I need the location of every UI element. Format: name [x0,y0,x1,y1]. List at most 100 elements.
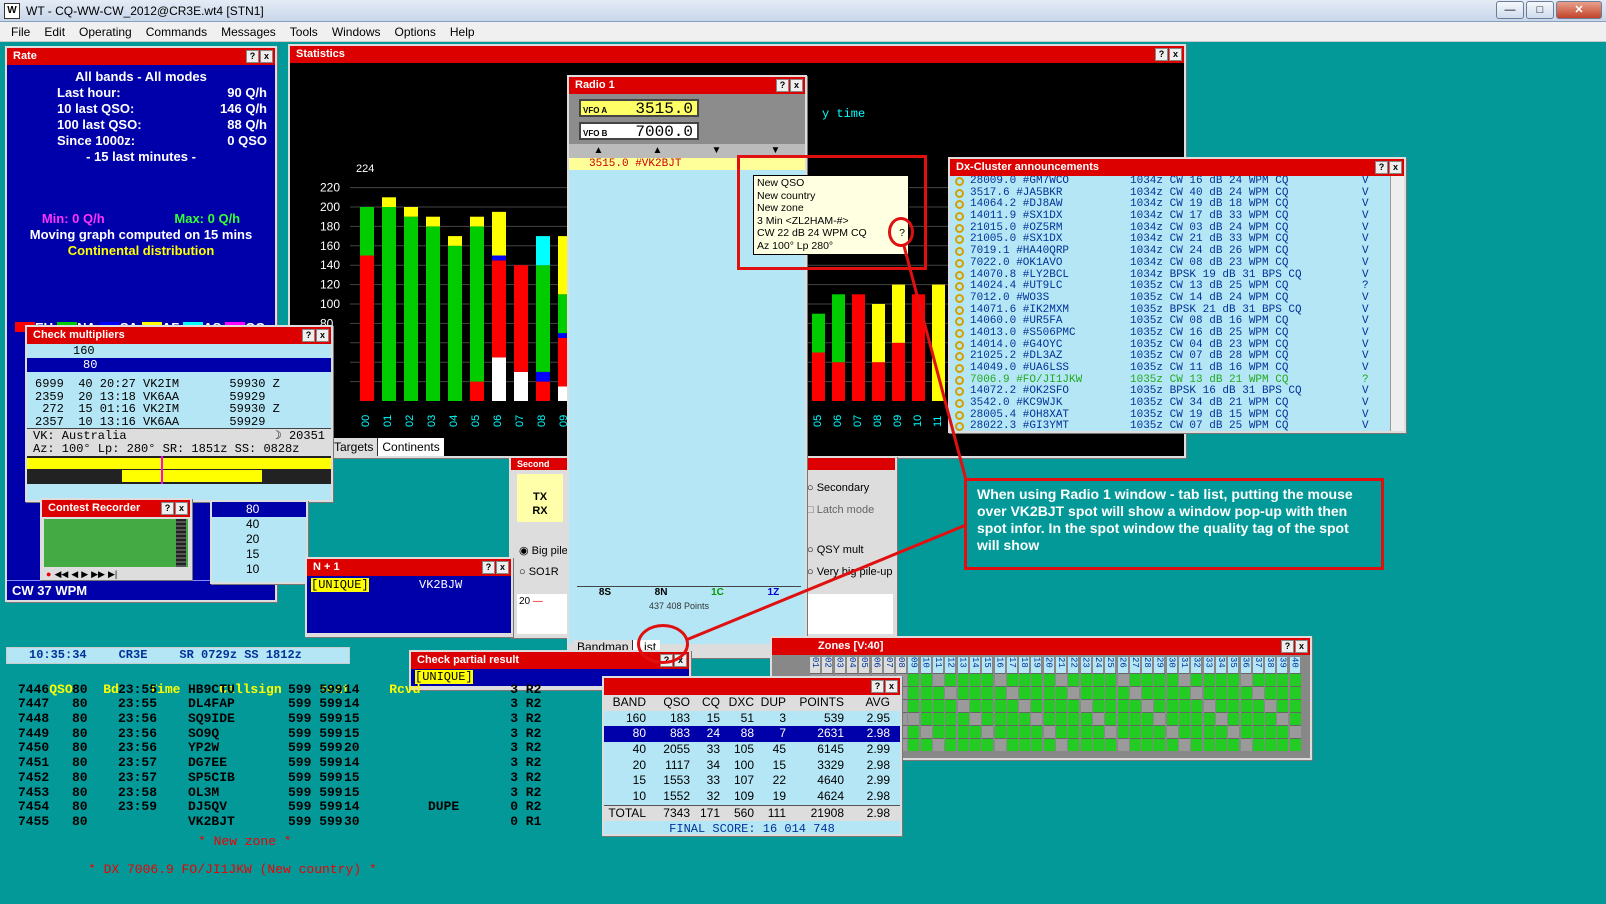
tab-targets[interactable]: Targets [330,438,379,456]
log-cell: YP2W [188,740,220,756]
dx-scrollbar[interactable] [1390,176,1404,431]
log-row[interactable]: 7446 80 23:55 HB9CTU 599 59914 3 R2 [18,681,578,698]
menu-file[interactable]: File [4,25,37,39]
menu-operating[interactable]: Operating [72,25,139,39]
statistics-header[interactable]: Statistics ? x [290,46,1184,63]
band-list-item[interactable]: 10 [212,562,306,577]
band-list-item-selected[interactable]: 80 [212,502,306,517]
summary-cell: 88 [740,726,754,741]
down-icon[interactable]: ▼ [712,144,722,158]
latch-mode-option[interactable]: □ Latch mode [807,504,874,516]
help-icon[interactable]: ? [1155,48,1168,61]
menu-help[interactable]: Help [443,25,482,39]
log-row[interactable]: 7454 80 23:59 DJ5QV 599 59914 DUPE 0 R2 [18,799,578,815]
help-icon[interactable]: ? [776,79,789,92]
log-row[interactable]: 7455 80 VK2BJT 599 59930 0 R1 [18,814,578,830]
rate-window-header[interactable]: Rate ? x [7,48,275,65]
close-icon[interactable]: x [316,329,329,342]
vfo-a-display[interactable]: VFO A 3515.0 [579,99,699,118]
menu-edit[interactable]: Edit [37,25,72,39]
band-row-selected[interactable]: 80 [27,358,331,372]
close-icon[interactable]: x [1295,640,1308,653]
menu-messages[interactable]: Messages [214,25,283,39]
rewind-icon[interactable]: ◀◀ [54,569,68,580]
zone-column: 27 [1129,657,1141,751]
band-list-item[interactable]: 15 [212,547,306,562]
log-row[interactable]: 7447 80 23:55 DL4FAP 599 59914 3 R2 [18,697,578,712]
log-row[interactable]: 7452 80 23:57 SP5CIB 599 59915 3 R2 [18,770,578,786]
log-row[interactable]: 7448 80 23:56 SQ9IDE 599 59915 3 R2 [18,711,578,727]
close-icon[interactable]: x [790,79,803,92]
log-cell: 14 [344,681,360,697]
play-icon[interactable]: ▶ [81,569,88,580]
dx-cluster-header[interactable]: Dx-Cluster announcements ? x [950,159,1404,176]
dx-spot-row[interactable]: 28022.3 #GI3YMT 1035z CW 07 dB 25 WPM CQ V [950,421,1404,431]
help-icon[interactable]: ? [246,50,259,63]
freq-value: 20 [519,596,531,607]
help-icon[interactable]: ? [482,561,495,574]
zone-empty-cell [957,699,969,712]
very-big-pileup-option[interactable]: ○ Very big pile-up [807,566,893,578]
n-plus-1-callsign[interactable]: VK2BJW [419,578,462,592]
up-icon[interactable]: ▲ [653,144,663,158]
n-plus-1-header[interactable]: N + 1 ? x [307,559,511,576]
prev-icon[interactable]: ◀ [71,569,78,580]
menu-commands[interactable]: Commands [139,25,214,39]
menu-windows[interactable]: Windows [325,25,388,39]
log-row[interactable]: 7450 80 23:56 YP2W 599 59920 3 R2 [18,741,578,756]
close-button[interactable]: ✕ [1556,1,1602,19]
help-icon[interactable]: ? [302,329,315,342]
radio-1-header[interactable]: Radio 1 ? x [569,77,805,94]
secondary-option[interactable]: ○ Secondary [807,482,869,494]
band-row[interactable]: 160 [27,344,331,358]
big-pile-option[interactable]: ◉ Big pile [519,544,568,557]
close-icon[interactable]: x [260,50,273,63]
close-icon[interactable]: x [885,680,898,693]
summary-header[interactable]: ? x [604,678,900,695]
menu-options[interactable]: Options [388,25,443,39]
log-row[interactable]: 7449 80 23:56 SO9Q 599 59915 3 R2 [18,725,578,742]
minimize-button[interactable]: — [1496,1,1524,19]
zone-empty-cell [1056,673,1067,686]
dx-spot-row[interactable]: 14049.0 #UA6LSS 1035z CW 11 dB 16 WPM CQ V [950,362,1404,375]
maximize-button[interactable]: □ [1526,1,1554,19]
log-row[interactable]: 7451 80 23:57 DG7EE 599 59914 3 R2 [18,755,578,771]
zones-header[interactable]: Zones [V:40] ? x [772,638,1310,655]
close-icon[interactable]: x [1169,48,1182,61]
dx-spot-row[interactable]: 7012.0 #WO3S 1035z CW 14 dB 24 WPM CQ V [950,292,1404,305]
tab-continents[interactable]: Continents [378,438,444,456]
zone-worked-icon [1019,712,1031,725]
spot-status-icon [955,375,964,385]
so1r-option[interactable]: ○ SO1R [519,566,559,578]
dx-spot-row[interactable]: 28009.0 #GM7WCO 1034z CW 16 dB 24 WPM CQ V [950,176,1404,188]
dx-spot-row[interactable]: 14013.0 #S506PMC 1035z CW 16 dB 25 WPM CQ… [950,327,1404,340]
zone-worked-icon [1228,699,1240,712]
dx-spot-row[interactable]: 14011.9 #SX1DX 1034z CW 17 dB 33 WPM CQ V [950,210,1404,223]
log-row[interactable]: 7453 80 23:58 OL3M 599 59915 3 R2 [18,785,578,801]
help-icon[interactable]: ? [871,680,884,693]
close-icon[interactable]: x [175,502,188,515]
check-multipliers-header[interactable]: Check multipliers ? x [27,327,331,344]
contest-recorder-header[interactable]: Contest Recorder ? x [42,500,190,517]
x-tick-label: 06 [492,415,504,427]
log-cell: 7449 [18,725,50,741]
help-icon[interactable]: ? [1281,640,1294,653]
double-up-icon[interactable]: ▲ [594,144,604,158]
qsy-mult-option[interactable]: ○ QSY mult [807,544,864,556]
zone-worked-icon [994,725,1006,738]
help-icon[interactable]: ? [161,502,174,515]
band-list-item[interactable]: 20 [212,532,306,547]
help-icon[interactable]: ? [1375,161,1388,174]
menu-tools[interactable]: Tools [283,25,325,39]
dx-spot-row[interactable]: 7022.0 #OK1AVO 1034z CW 08 dB 23 WPM CQ V [950,257,1404,270]
close-icon[interactable]: x [496,561,509,574]
zone-column: 40 [1289,657,1301,751]
vfo-b-display[interactable]: VFO B 7000.0 [579,122,699,141]
next-icon[interactable]: ▶▶ [91,569,105,580]
end-icon[interactable]: ▶| [108,569,117,580]
band-list-item[interactable]: 40 [212,517,306,532]
record-icon[interactable]: ● [46,569,51,580]
summary-total-row: TOTAL 7343 171 560 111 21908 2.98 [604,804,900,821]
dx-spot-row[interactable]: 3542.0 #KC9WJK 1035z CW 34 dB 21 WPM CQ V [950,397,1404,410]
close-icon[interactable]: x [1389,161,1402,174]
